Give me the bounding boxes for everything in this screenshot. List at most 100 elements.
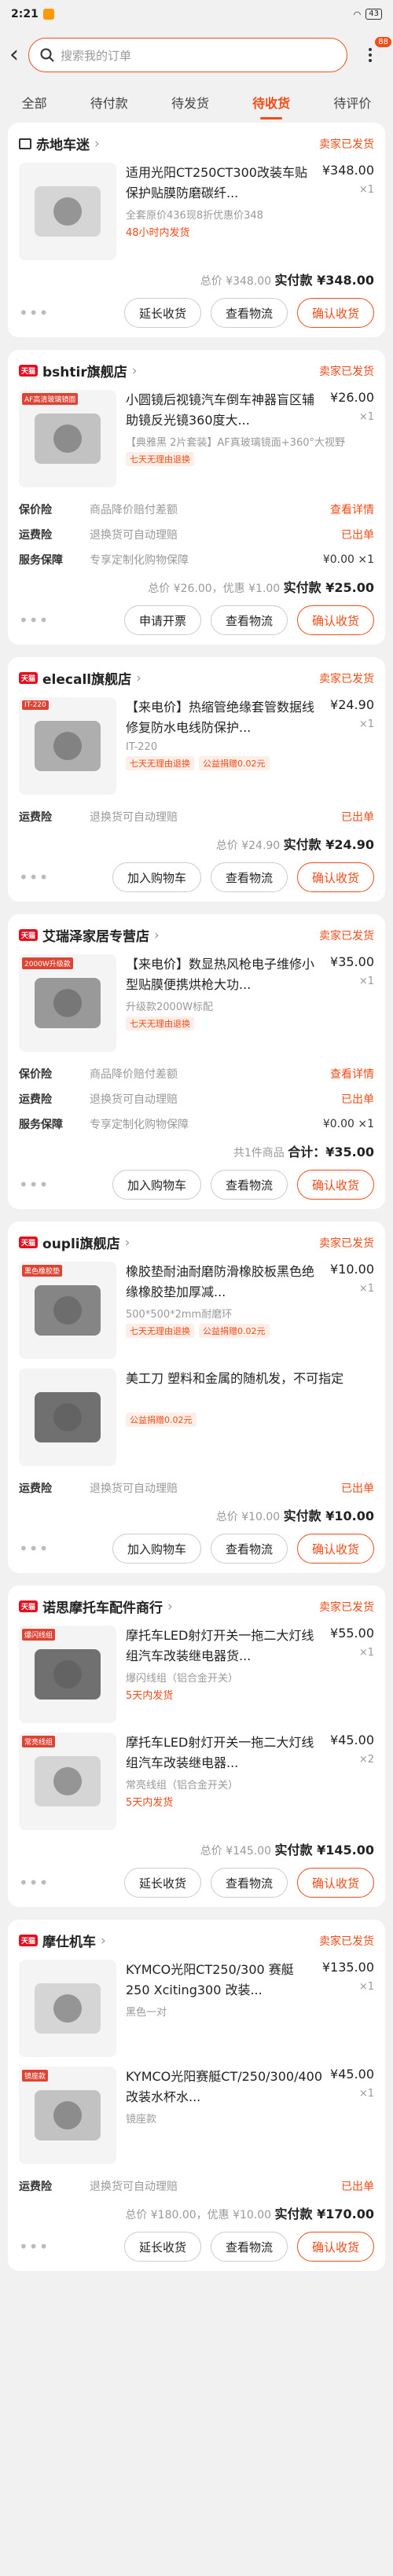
view-logistics-button[interactable]: 查看物流 [210, 1170, 288, 1200]
item-quantity: ×1 [358, 411, 374, 423]
confirm-receipt-button[interactable]: 确认收货 [296, 862, 374, 892]
product-image[interactable]: AF高清玻璃镜面 [19, 390, 116, 487]
shop-header: 天猫 艾瑞泽家居专营店 › 卖家已发货 [19, 925, 374, 945]
order-item[interactable]: 黑色橡胶垫 橡胶垫耐油耐磨防滑橡胶板黑色绝缘橡胶垫加厚减... ¥10.00 ×1 50… [19, 1262, 374, 1359]
order-total: 总价 ¥145.00 实付款 ¥145.00 [19, 1839, 374, 1858]
item-info: 【来电价】数显热风枪电子维修小型贴膜便携烘枪大功... ¥35.00 ×1 升级款20… [126, 954, 374, 1052]
total-price: 总价 ¥26.00，优惠 ¥1.00 [148, 582, 281, 595]
product-image[interactable] [19, 163, 116, 260]
service-status: 已出单 [341, 529, 374, 542]
view-logistics-button[interactable]: 查看物流 [210, 862, 288, 892]
service-row[interactable]: 保价险 商品降价赔付差额 查看详情 [19, 497, 374, 522]
view-logistics-button[interactable]: 查看物流 [210, 1534, 288, 1564]
product-image[interactable] [19, 1369, 116, 1466]
secondary-action-button[interactable]: 延长收货 [123, 2232, 201, 2262]
view-logistics-button[interactable]: 查看物流 [210, 1868, 288, 1898]
confirm-receipt-button[interactable]: 确认收货 [296, 605, 374, 635]
product-image[interactable]: 爆闪线组 [19, 1626, 116, 1723]
confirm-receipt-button[interactable]: 确认收货 [296, 1170, 374, 1200]
tab-to-review[interactable]: 待评价 [330, 86, 374, 118]
back-arrow-icon[interactable]: ‹ [9, 43, 19, 67]
more-options-icon[interactable]: ••• [19, 611, 49, 630]
secondary-action-button[interactable]: 加入购物车 [112, 1170, 201, 1200]
item-quantity: ×1 [358, 2088, 374, 2100]
view-logistics-button[interactable]: 查看物流 [210, 2232, 288, 2262]
order-item[interactable]: KYMCO光阳CT250/300 赛艇250 Xciting300 改装... ¥… [19, 1960, 374, 2057]
item-title: 小圆镜后视镜汽车倒车神器盲区辅助镜反光镜360度大... [126, 392, 315, 428]
shop-name: 赤地车迷 [36, 138, 90, 153]
chevron-right-icon: › [124, 1234, 130, 1251]
order-item[interactable]: 爆闪线组 摩托车LED射灯开关一拖二大灯线组汽车改装继电器货... ¥55.00 ×1… [19, 1626, 374, 1723]
order-item[interactable]: 美工刀 塑料和金属的随机发，不可指定 公益捐赠0.02元 [19, 1369, 374, 1466]
secondary-action-button[interactable]: 延长收货 [123, 1868, 201, 1898]
order-item[interactable]: AF高清玻璃镜面 小圆镜后视镜汽车倒车神器盲区辅助镜反光镜360度大... ¥26.… [19, 390, 374, 487]
item-quantity: ×1 [358, 976, 374, 987]
secondary-action-button[interactable]: 加入购物车 [112, 1534, 201, 1564]
view-logistics-button[interactable]: 查看物流 [210, 605, 288, 635]
service-row[interactable]: 运费险 退换货可自动理赔 已出单 [19, 2174, 374, 2199]
order-card: 天猫 诺思摩托车配件商行 › 卖家已发货 爆闪线组 摩托车LED射灯开关一拖二大灯线组汽车… [8, 1586, 385, 1907]
service-row[interactable]: 服务保障 专享定制化购物保障 ¥0.00 ×1 [19, 1112, 374, 1137]
search-input[interactable]: 搜索我的订单 [28, 38, 347, 72]
confirm-receipt-button[interactable]: 确认收货 [296, 2232, 374, 2262]
product-image[interactable]: IT-220 [19, 697, 116, 795]
order-status: 卖家已发货 [319, 1237, 374, 1250]
shop-name-link[interactable]: 天猫 艾瑞泽家居专营店 › [19, 925, 160, 945]
more-options-icon[interactable]: ••• [19, 1175, 49, 1194]
tab-to-ship[interactable]: 待发货 [168, 86, 212, 118]
order-item[interactable]: 常亮线组 摩托车LED射灯开关一拖二大灯线组汽车改装继电器... ¥45.00 ×2 常… [19, 1733, 374, 1830]
confirm-receipt-button[interactable]: 确认收货 [296, 298, 374, 328]
confirm-receipt-button[interactable]: 确认收货 [296, 1868, 374, 1898]
more-options-icon[interactable]: ••• [19, 868, 49, 887]
product-image[interactable]: 黑色橡胶垫 [19, 1262, 116, 1359]
item-info: 摩托车LED射灯开关一拖二大灯线组汽车改装继电器货... ¥55.00 ×1 爆闪线组… [126, 1626, 374, 1723]
item-sku: 黑色一对 [126, 2007, 167, 2019]
more-options-icon[interactable]: ••• [19, 303, 49, 322]
item-price: ¥24.90 ×1 [330, 697, 374, 738]
item-sku: 镜座款 [126, 2114, 157, 2126]
delivery-note: 5天内发货 [126, 1797, 174, 1809]
shop-name-link[interactable]: 天猫 oupli旗舰店 › [19, 1233, 130, 1252]
tab-to-pay[interactable]: 待付款 [87, 86, 131, 118]
secondary-action-button[interactable]: 延长收货 [123, 298, 201, 328]
order-item[interactable]: 2000W升级款 【来电价】数显热风枪电子维修小型贴膜便携烘枪大功... ¥35.0… [19, 954, 374, 1052]
tab-all[interactable]: 全部 [19, 86, 50, 118]
secondary-action-button[interactable]: 申请开票 [123, 605, 201, 635]
view-logistics-button[interactable]: 查看物流 [210, 298, 288, 328]
order-item[interactable]: IT-220 【来电价】热缩管绝缘套管数据线修复防水电线防保护... ¥24.90 ×… [19, 697, 374, 795]
item-price: ¥135.00 ×1 [322, 1960, 374, 2001]
service-row[interactable]: 服务保障 专享定制化购物保障 ¥0.00 ×1 [19, 547, 374, 572]
product-image[interactable]: 2000W升级款 [19, 954, 116, 1052]
service-desc: 商品降价赔付差额 [90, 504, 178, 516]
product-image[interactable]: 镜座款 [19, 2067, 116, 2164]
service-row[interactable]: 运费险 退换货可自动理赔 已出单 [19, 804, 374, 829]
shop-name-link[interactable]: 天猫 elecall旗舰店 › [19, 668, 141, 688]
service-row[interactable]: 运费险 退换货可自动理赔 已出单 [19, 1086, 374, 1112]
service-row[interactable]: 运费险 退换货可自动理赔 已出单 [19, 522, 374, 547]
service-status[interactable]: 查看详情 [330, 502, 374, 517]
shop-name-link[interactable]: 赤地车迷 › [19, 134, 100, 153]
service-status[interactable]: 查看详情 [330, 1066, 374, 1082]
order-item[interactable]: 镜座款 KYMCO光阳赛艇CT/250/300/400改装水杯水... ¥45.00… [19, 2067, 374, 2164]
service-status: ¥0.00 ×1 [322, 553, 374, 566]
service-name: 运费险 [19, 2181, 52, 2193]
service-row[interactable]: 运费险 退换货可自动理赔 已出单 [19, 1475, 374, 1501]
chevron-right-icon: › [167, 1598, 173, 1615]
shop-name-link[interactable]: 天猫 摩仕机车 › [19, 1931, 106, 1950]
tab-to-receive[interactable]: 待收货 [249, 86, 293, 118]
more-menu-button[interactable]: 88 [357, 37, 391, 62]
total-price: 总价 ¥180.00，优惠 ¥10.00 [125, 2209, 272, 2221]
more-options-icon[interactable]: ••• [19, 1873, 49, 1892]
confirm-receipt-button[interactable]: 确认收货 [296, 1534, 374, 1564]
product-image[interactable] [19, 1960, 116, 2057]
secondary-action-button[interactable]: 加入购物车 [112, 862, 201, 892]
more-options-icon[interactable]: ••• [19, 2237, 49, 2256]
product-image[interactable]: 常亮线组 [19, 1733, 116, 1830]
app-notification-icon [42, 9, 54, 20]
shop-name-link[interactable]: 天猫 bshtir旗舰店 › [19, 361, 138, 380]
charity-tag: 公益捐赠0.02元 [126, 1413, 196, 1427]
shop-name-link[interactable]: 天猫 诺思摩托车配件商行 › [19, 1597, 173, 1616]
service-row[interactable]: 保价险 商品降价赔付差额 查看详情 [19, 1061, 374, 1086]
more-options-icon[interactable]: ••• [19, 1539, 49, 1558]
order-item[interactable]: 适用光阳CT250CT300改装车贴保护贴膜防磨碳纤... ¥348.00 ×1 全套… [19, 163, 374, 260]
